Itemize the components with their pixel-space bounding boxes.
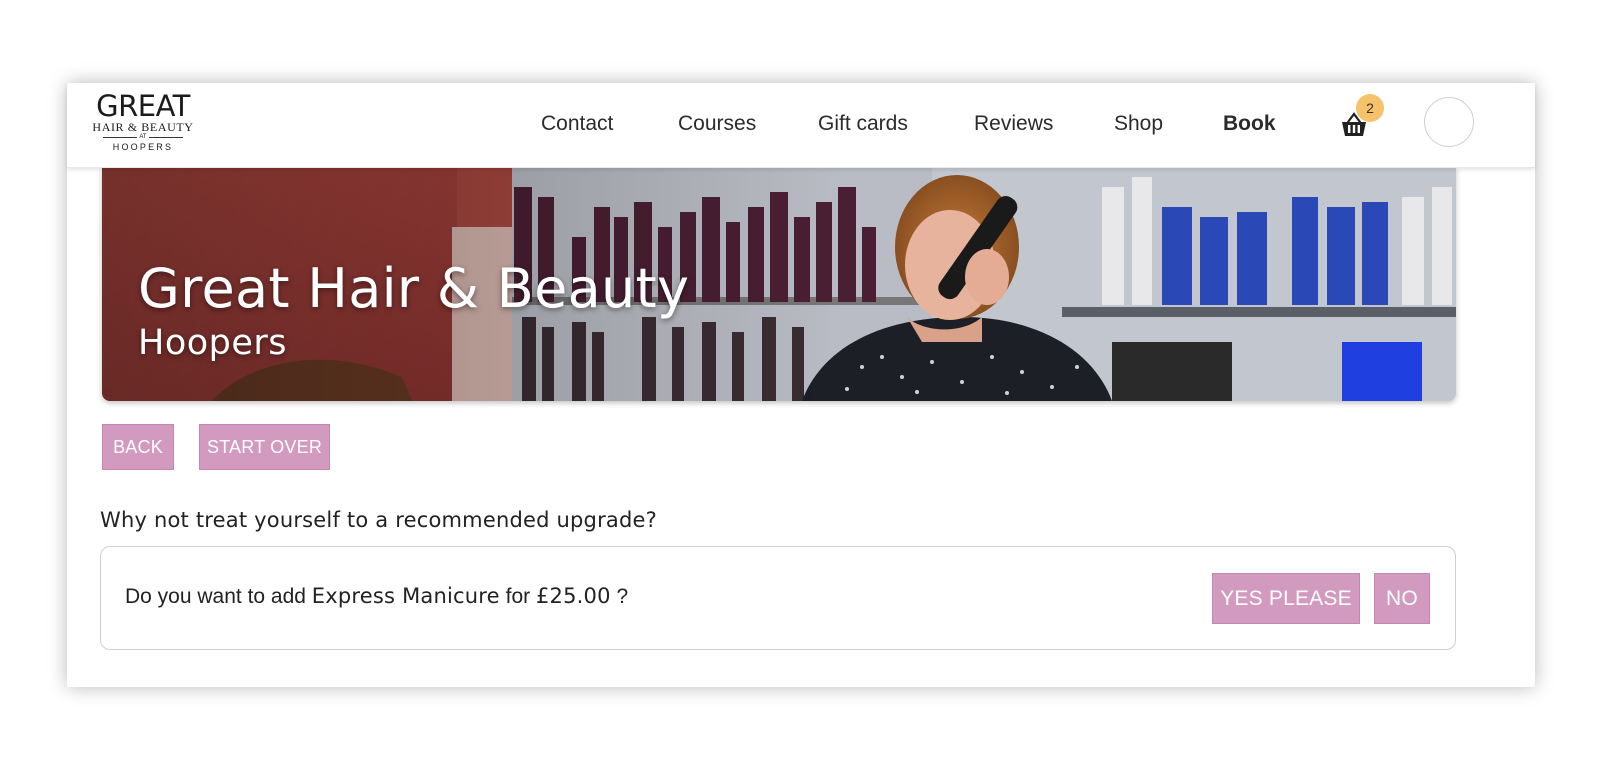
nav-book[interactable]: Book bbox=[1223, 112, 1276, 136]
offer-suffix: ? bbox=[616, 585, 629, 608]
start-over-button[interactable]: START OVER bbox=[199, 424, 330, 470]
yes-please-button[interactable]: YES PLEASE bbox=[1212, 573, 1360, 624]
account-avatar[interactable] bbox=[1424, 97, 1474, 147]
no-button[interactable]: NO bbox=[1374, 573, 1430, 624]
site-header: GREAT HAIR & BEAUTY AT HOOPERS Contact C… bbox=[67, 83, 1535, 168]
hero-banner: Great Hair & Beauty Hoopers bbox=[102, 167, 1456, 401]
offer-price: £25.00 bbox=[535, 584, 611, 608]
upgrade-offer-card: Do you want to add Express Manicure for … bbox=[100, 546, 1456, 650]
upgrade-heading: Why not treat yourself to a recommended … bbox=[100, 508, 657, 532]
nav-shop[interactable]: Shop bbox=[1114, 112, 1163, 136]
nav-contact[interactable]: Contact bbox=[541, 112, 613, 136]
upgrade-offer-text: Do you want to add Express Manicure for … bbox=[125, 584, 628, 609]
offer-service-name: Express Manicure bbox=[311, 584, 500, 608]
nav-reviews[interactable]: Reviews bbox=[974, 112, 1053, 136]
nav-courses[interactable]: Courses bbox=[678, 112, 756, 136]
main-nav: Contact Courses Gift cards Reviews Shop … bbox=[67, 83, 1535, 167]
offer-prefix: Do you want to add bbox=[125, 585, 306, 608]
hero-subtitle: Hoopers bbox=[138, 323, 288, 363]
nav-gift-cards[interactable]: Gift cards bbox=[818, 112, 908, 136]
hero-title: Great Hair & Beauty bbox=[138, 257, 690, 320]
back-button[interactable]: BACK bbox=[102, 424, 174, 470]
offer-for: for bbox=[505, 585, 531, 608]
page-frame: GREAT HAIR & BEAUTY AT HOOPERS Contact C… bbox=[67, 83, 1535, 687]
cart-count-badge: 2 bbox=[1356, 94, 1384, 122]
